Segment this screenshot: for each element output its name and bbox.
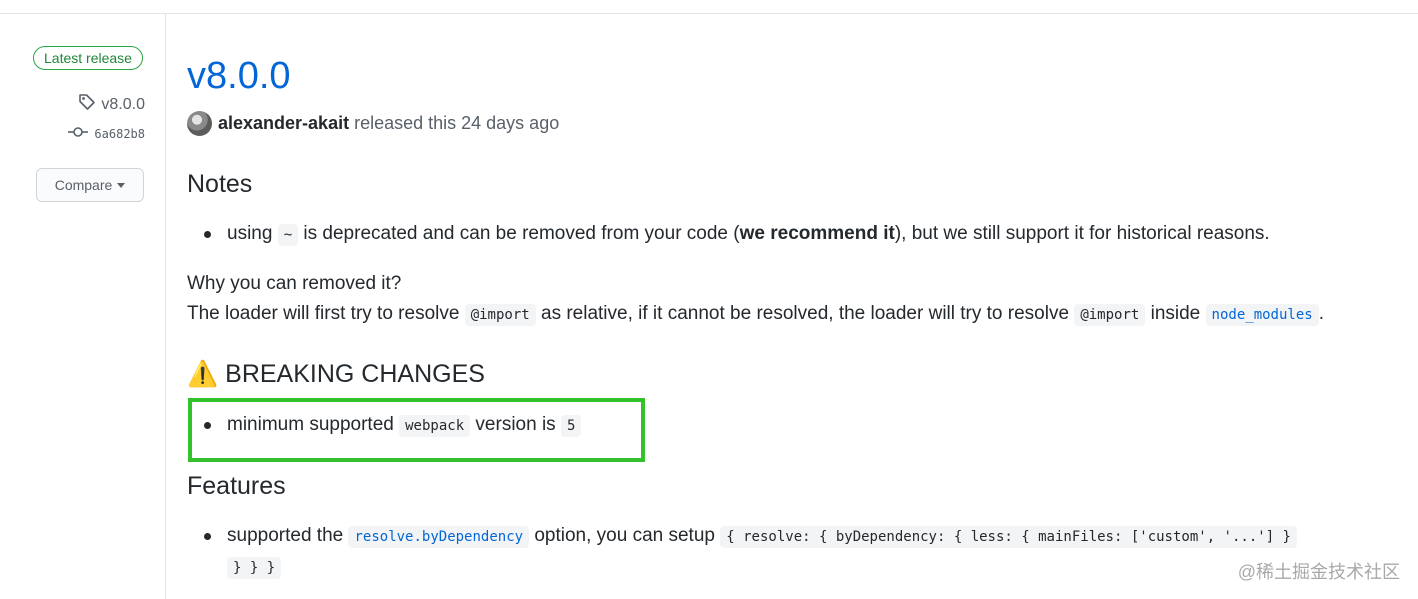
- features-bullet: supported the resolve.byDependency optio…: [227, 523, 1297, 550]
- tag-label: v8.0.0: [101, 95, 145, 113]
- text: .: [1318, 303, 1324, 324]
- bullet-dot: [204, 231, 211, 238]
- tag-link[interactable]: v8.0.0: [78, 93, 145, 116]
- bullet-dot: [204, 422, 211, 429]
- text: version is: [475, 414, 556, 435]
- inline-code: ~: [277, 224, 299, 246]
- avatar[interactable]: [187, 111, 212, 136]
- notes-heading: Notes: [187, 170, 253, 198]
- inline-code-link[interactable]: resolve.byDependency: [348, 526, 530, 548]
- text: is deprecated and can be removed from yo…: [303, 223, 740, 244]
- top-divider: [0, 13, 1418, 14]
- release-sidebar: Latest release v8.0.0 6a682b8 Compare: [0, 14, 166, 599]
- text: using: [227, 223, 273, 244]
- commit-sha: 6a682b8: [94, 126, 145, 141]
- commit-icon: [68, 126, 89, 141]
- loader-line: The loader will first try to resolve @im…: [187, 301, 1324, 328]
- commit-link[interactable]: 6a682b8: [68, 126, 145, 141]
- inline-code: { resolve: { byDependency: { less: { mai…: [720, 526, 1297, 548]
- text: ), but we still support it for historica…: [894, 223, 1270, 244]
- latest-release-badge: Latest release: [33, 46, 143, 70]
- compare-button[interactable]: Compare: [36, 168, 144, 202]
- why-line: Why you can removed it?: [187, 273, 402, 294]
- inline-code: } } }: [227, 557, 282, 579]
- features-bullet-continued: } } }: [227, 554, 282, 581]
- inline-code-link[interactable]: node_modules: [1205, 304, 1319, 326]
- inline-code: 5: [560, 415, 582, 437]
- author-link[interactable]: alexander-akait: [218, 113, 349, 134]
- bold-text: we recommend it: [739, 223, 895, 244]
- tag-icon: [78, 93, 96, 116]
- inline-code: @import: [464, 304, 536, 326]
- features-heading: Features: [187, 472, 286, 500]
- compare-label: Compare: [54, 177, 113, 193]
- inline-code: webpack: [399, 415, 471, 437]
- release-meta: alexander-akait released this 24 days ag…: [187, 111, 559, 136]
- breaking-bullet: minimum supported webpack version is 5: [227, 412, 582, 439]
- text: minimum supported: [227, 414, 394, 435]
- text: inside: [1150, 303, 1201, 324]
- release-title[interactable]: v8.0.0: [187, 53, 291, 99]
- released-text: released this 24 days ago: [354, 113, 560, 133]
- bullet-dot: [204, 533, 211, 540]
- notes-bullet: using ~ is deprecated and can be removed…: [227, 221, 1270, 248]
- watermark: @稀土掘金技术社区: [1237, 562, 1400, 582]
- text: supported the: [227, 525, 344, 546]
- text: as relative, if it cannot be resolved, t…: [541, 303, 1070, 324]
- text: The loader will first try to resolve: [187, 303, 460, 324]
- caret-down-icon: [117, 182, 126, 188]
- warning-icon: ⚠️: [187, 360, 219, 388]
- inline-code: @import: [1074, 304, 1146, 326]
- text: option, you can setup: [534, 525, 715, 546]
- breaking-changes-heading: ⚠️ BREAKING CHANGES: [187, 360, 485, 389]
- breaking-heading-text: BREAKING CHANGES: [225, 360, 485, 388]
